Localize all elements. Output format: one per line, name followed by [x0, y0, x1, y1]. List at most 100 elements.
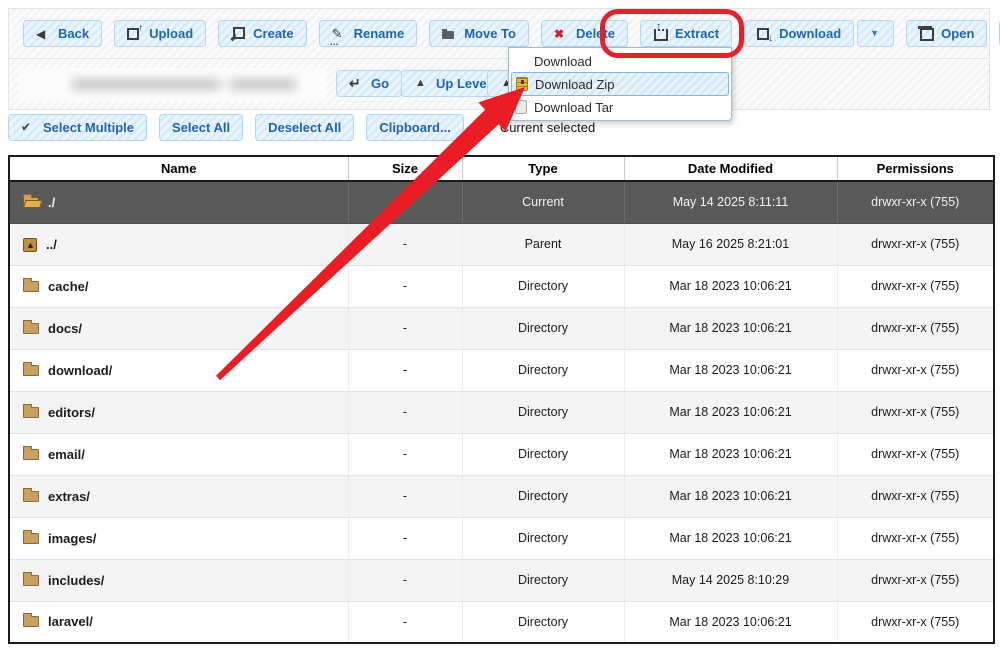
type-cell: Directory — [462, 517, 624, 559]
button-label: Delete — [576, 26, 615, 41]
date-modified-cell: Mar 18 2023 10:06:21 — [624, 517, 837, 559]
menu-item-download[interactable]: Download — [511, 50, 729, 72]
column-header-type[interactable]: Type — [462, 156, 624, 181]
download-dropdown-menu: Download Download Zip Download Tar — [508, 47, 732, 121]
tar-file-icon — [515, 100, 527, 114]
size-cell: - — [348, 223, 462, 265]
size-cell: - — [348, 559, 462, 601]
date-modified-cell: Mar 18 2023 10:06:21 — [624, 349, 837, 391]
file-name: email/ — [48, 447, 85, 462]
table-row-[interactable]: ../-ParentMay 16 2025 8:21:01drwxr-xr-x … — [9, 223, 994, 265]
folder-icon — [23, 407, 39, 418]
date-modified-cell: May 14 2025 8:10:29 — [624, 559, 837, 601]
download-split-button: Download — [744, 20, 894, 47]
menu-item-label: Download Zip — [535, 77, 615, 92]
redacted-path-blur — [229, 79, 297, 90]
date-modified-cell: Mar 18 2023 10:06:21 — [624, 433, 837, 475]
size-cell: - — [348, 349, 462, 391]
size-cell: - — [348, 307, 462, 349]
up-arrow-icon — [414, 77, 429, 91]
table-row-docs[interactable]: docs/-DirectoryMar 18 2023 10:06:21drwxr… — [9, 307, 994, 349]
permissions-cell: drwxr-xr-x (755) — [837, 349, 994, 391]
permissions-cell: drwxr-xr-x (755) — [837, 559, 994, 601]
table-row-laravel[interactable]: laravel/-DirectoryMar 18 2023 10:06:21dr… — [9, 601, 994, 643]
toolbar-button-delete[interactable]: Delete — [541, 20, 628, 47]
table-row-includes[interactable]: includes/-DirectoryMay 14 2025 8:10:29dr… — [9, 559, 994, 601]
go-button-label: Go — [371, 76, 389, 91]
date-modified-cell: Mar 18 2023 10:06:21 — [624, 475, 837, 517]
toolbar-button-extract[interactable]: Extract — [640, 20, 732, 47]
download-button[interactable]: Download — [744, 20, 854, 47]
permissions-cell: drwxr-xr-x (755) — [837, 307, 994, 349]
open-box-icon — [919, 27, 934, 41]
file-name: laravel/ — [48, 614, 93, 629]
permissions-cell: drwxr-xr-x (755) — [837, 223, 994, 265]
select-multiple-button[interactable]: Select Multiple — [8, 114, 147, 141]
folder-icon — [23, 323, 39, 334]
table-row-email[interactable]: email/ -DirectoryMar 18 2023 10:06:21drwx… — [9, 433, 994, 475]
name-cell: laravel/ — [9, 601, 348, 643]
select-all-button[interactable]: Select All — [159, 114, 243, 141]
delete-x-icon — [554, 27, 569, 41]
check-mark-icon — [21, 121, 36, 135]
size-cell: - — [348, 601, 462, 643]
table-header-row: NameSizeTypeDate ModifiedPermissions — [9, 156, 994, 181]
menu-item-download-tar[interactable]: Download Tar — [511, 96, 729, 118]
toolbar-button-rename[interactable]: Rename — [319, 20, 418, 47]
type-cell: Directory — [462, 475, 624, 517]
caret-down-icon — [868, 27, 883, 41]
go-button[interactable]: Go — [336, 70, 402, 97]
toolbar-right-group: OpenMore... — [906, 20, 1000, 47]
back-arrow-icon — [36, 27, 51, 41]
column-header-size[interactable]: Size — [348, 156, 462, 181]
path-input-redacted[interactable] — [19, 68, 326, 101]
permissions-cell: drwxr-xr-x (755) — [837, 517, 994, 559]
type-cell: Directory — [462, 307, 624, 349]
table-row-editors[interactable]: editors/-DirectoryMar 18 2023 10:06:21dr… — [9, 391, 994, 433]
select-all-label: Select All — [172, 120, 230, 135]
download-dropdown-button[interactable] — [857, 20, 894, 47]
toolbar-left-group: Back Upload Create Rename Move To Delete Extra… — [23, 20, 732, 47]
toolbar-button-upload[interactable]: Upload — [114, 20, 206, 47]
download-button-label: Download — [779, 26, 841, 41]
toolbar-button-back[interactable]: Back — [23, 20, 102, 47]
selection-bar: Select Multiple Select All Deselect All … — [8, 113, 990, 142]
button-label: Create — [253, 26, 293, 41]
file-table: NameSizeTypeDate ModifiedPermissions ./ C… — [8, 155, 995, 644]
name-cell: images/ — [9, 517, 348, 559]
toolbar-button-create[interactable]: Create — [218, 20, 306, 47]
table-row-cache[interactable]: cache/-DirectoryMar 18 2023 10:06:21drwx… — [9, 265, 994, 307]
zip-file-icon — [516, 77, 528, 91]
menu-item-download-zip[interactable]: Download Zip — [511, 72, 729, 96]
table-row-extras[interactable]: extras/-DirectoryMar 18 2023 10:06:21drw… — [9, 475, 994, 517]
table-row-images[interactable]: images/-DirectoryMar 18 2023 10:06:21drw… — [9, 517, 994, 559]
file-name: ./ — [48, 195, 55, 210]
toolbar-panel: Back Upload Create Rename Move To Delete Extra… — [8, 8, 990, 110]
date-modified-cell: Mar 18 2023 10:06:21 — [624, 265, 837, 307]
type-cell: Directory — [462, 433, 624, 475]
clipboard-button[interactable]: Clipboard... — [366, 114, 464, 141]
table-row-[interactable]: ./CurrentMay 14 2025 8:11:11drwxr-xr-x (… — [9, 181, 994, 223]
deselect-all-label: Deselect All — [268, 120, 341, 135]
permissions-cell: drwxr-xr-x (755) — [837, 433, 994, 475]
column-header-date-modified[interactable]: Date Modified — [624, 156, 837, 181]
column-header-permissions[interactable]: Permissions — [837, 156, 994, 181]
deselect-all-button[interactable]: Deselect All — [255, 114, 354, 141]
folder-icon — [23, 449, 39, 460]
table-row-download[interactable]: download/-DirectoryMar 18 2023 10:06:21d… — [9, 349, 994, 391]
clipboard-label: Clipboard... — [379, 120, 451, 135]
current-selected-status: Current selected — [500, 120, 595, 135]
toolbar-button-open[interactable]: Open — [906, 20, 987, 47]
name-cell: email/ — [9, 433, 348, 475]
toolbar-button-move-to[interactable]: Move To — [429, 20, 529, 47]
type-cell: Current — [462, 181, 624, 223]
file-name: ../ — [46, 237, 57, 252]
menu-item-label: Download — [534, 54, 592, 69]
button-label: Back — [58, 26, 89, 41]
file-name: includes/ — [48, 573, 104, 588]
size-cell: - — [348, 517, 462, 559]
column-header-name[interactable]: Name — [9, 156, 348, 181]
name-cell: cache/ — [9, 265, 348, 307]
size-cell: - — [348, 433, 462, 475]
name-cell: extras/ — [9, 475, 348, 517]
